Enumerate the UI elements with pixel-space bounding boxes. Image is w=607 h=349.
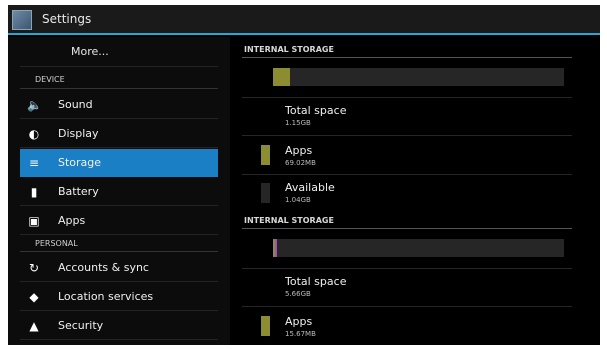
battery-icon: ▮	[30, 185, 38, 199]
sidebar-item-sound[interactable]: 🔈 Sound	[20, 91, 218, 119]
total-space-label: Total space	[285, 275, 347, 288]
divider	[242, 306, 572, 307]
divider	[242, 135, 572, 136]
available-label: Available	[285, 181, 335, 194]
sidebar-item-display[interactable]: ◐ Display	[20, 120, 218, 148]
sidebar-item-label: Battery	[58, 185, 99, 198]
sync-icon: ↻	[28, 261, 40, 275]
title-bar: Settings	[8, 5, 600, 35]
app-title: Settings	[42, 12, 92, 26]
sidebar-item-label: Accounts & sync	[58, 261, 149, 274]
apps-icon: ▣	[28, 214, 40, 228]
sidebar-item-label: More...	[71, 45, 109, 58]
section-header-device: DEVICE	[35, 75, 65, 84]
sidebar-item-label: Apps	[58, 214, 86, 227]
display-icon: ◐	[28, 127, 40, 141]
divider	[20, 251, 218, 252]
sidebar-item-more[interactable]: More...	[20, 39, 218, 67]
apps-value: 15.67MB	[285, 330, 316, 338]
total-space-value: 5.66GB	[285, 290, 311, 298]
sidebar-item-label: Display	[58, 127, 99, 140]
total-space-label: Total space	[285, 104, 347, 117]
usage-bar-segment	[275, 239, 277, 257]
divider	[20, 88, 218, 89]
divider	[242, 228, 572, 229]
storage-section-header: INTERNAL STORAGE	[244, 45, 334, 54]
sidebar-item-label: Security	[58, 319, 104, 332]
sidebar-item-location-services[interactable]: ◆ Location services	[20, 283, 218, 311]
sound-icon: 🔈	[27, 98, 42, 112]
sidebar-item-battery[interactable]: ▮ Battery	[20, 178, 218, 206]
apps-label: Apps	[285, 315, 313, 328]
sidebar: More... DEVICE 🔈 Sound ◐ Display ≡ Stora…	[8, 37, 230, 345]
apps-value: 69.02MB	[285, 159, 316, 167]
apps-color-swatch	[261, 145, 270, 165]
settings-app-icon[interactable]	[12, 10, 32, 30]
available-value: 1.04GB	[285, 196, 311, 204]
divider	[242, 174, 572, 175]
lock-icon: ▲	[29, 319, 39, 333]
storage-icon: ≡	[28, 156, 40, 170]
location-icon: ◆	[29, 290, 39, 304]
sidebar-item-label: Sound	[58, 98, 93, 111]
divider	[242, 97, 572, 98]
sidebar-item-accounts-sync[interactable]: ↻ Accounts & sync	[20, 254, 218, 282]
storage-usage-bar	[273, 239, 564, 257]
apps-label: Apps	[285, 144, 313, 157]
sidebar-item-apps[interactable]: ▣ Apps	[20, 207, 218, 235]
storage-panel: INTERNAL STORAGE Total space 1.15GB Apps…	[230, 37, 600, 345]
sidebar-item-label: Location services	[58, 290, 154, 303]
screen: Settings More... DEVICE 🔈 Sound ◐ Displa…	[8, 5, 600, 345]
sidebar-item-storage[interactable]: ≡ Storage	[20, 149, 218, 177]
sidebar-item-security[interactable]: ▲ Security	[20, 312, 218, 340]
usage-bar-fill	[273, 68, 290, 86]
storage-usage-bar	[273, 68, 564, 86]
section-header-personal: PERSONAL	[35, 239, 78, 248]
divider	[242, 57, 572, 58]
sidebar-item-label: Storage	[58, 156, 102, 169]
total-space-value: 1.15GB	[285, 119, 311, 127]
storage-section-header: INTERNAL STORAGE	[244, 216, 334, 225]
divider	[242, 268, 572, 269]
available-color-swatch	[261, 183, 270, 203]
apps-color-swatch	[261, 316, 270, 336]
